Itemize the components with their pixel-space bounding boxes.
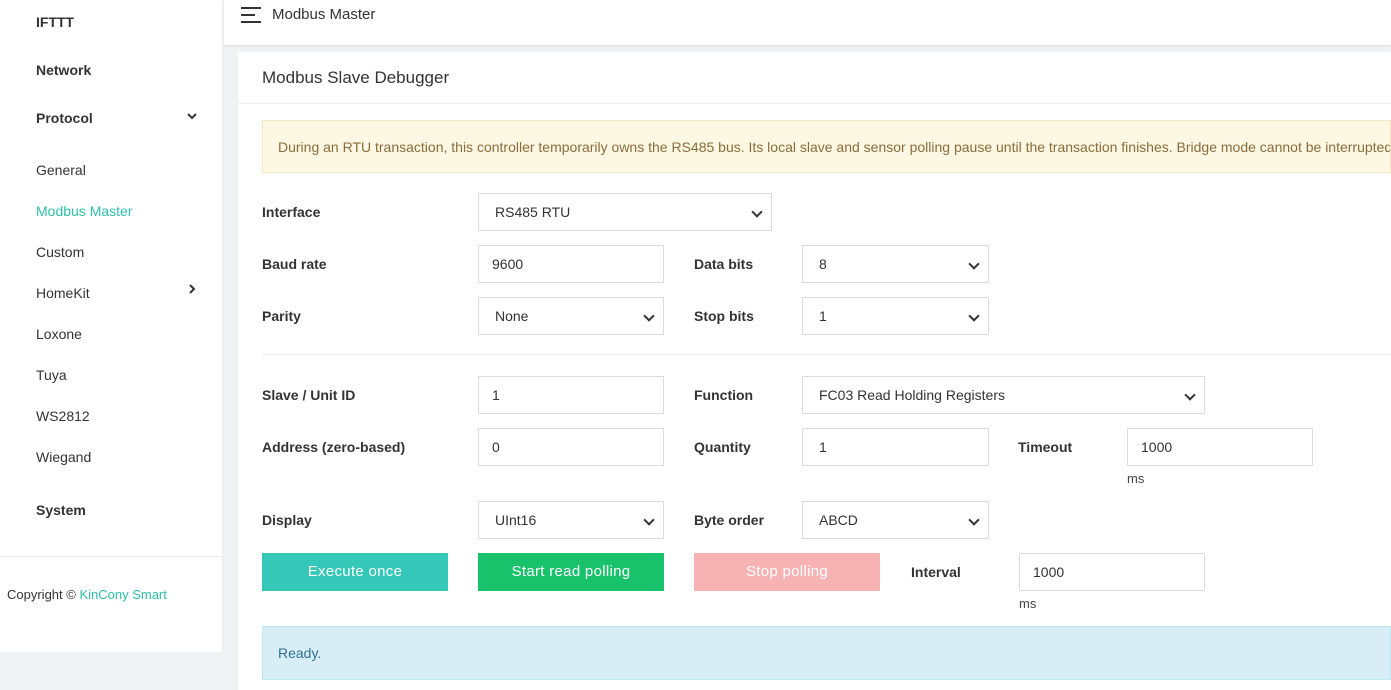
sidebar-footer-area bbox=[0, 652, 223, 690]
timeout-input[interactable]: 1000 bbox=[1127, 428, 1313, 466]
data-bits-select[interactable]: 8 bbox=[802, 245, 989, 283]
execute-once-button[interactable]: Execute once bbox=[262, 553, 448, 591]
interval-unit: ms bbox=[1019, 596, 1037, 611]
sidebar-item-general[interactable]: General bbox=[36, 162, 86, 178]
slave-id-input[interactable]: 1 bbox=[478, 376, 664, 414]
stop-polling-button[interactable]: Stop polling bbox=[694, 553, 880, 591]
copyright: Copyright © KinCony Smart bbox=[7, 587, 167, 602]
card-divider bbox=[238, 103, 1391, 104]
sidebar-item-protocol[interactable]: Protocol bbox=[36, 110, 93, 126]
display-label: Display bbox=[262, 512, 312, 528]
debugger-card: Modbus Slave Debugger During an RTU tran… bbox=[238, 52, 1391, 690]
slave-id-label: Slave / Unit ID bbox=[262, 387, 356, 403]
byte-order-select[interactable]: ABCD bbox=[802, 501, 989, 539]
start-polling-button[interactable]: Start read polling bbox=[478, 553, 664, 591]
address-label: Address (zero-based) bbox=[262, 439, 406, 455]
sidebar-item-wiegand[interactable]: Wiegand bbox=[36, 449, 91, 465]
parity-select[interactable]: None bbox=[478, 297, 664, 335]
baud-rate-label: Baud rate bbox=[262, 256, 327, 272]
display-select[interactable]: UInt16 bbox=[478, 501, 664, 539]
sidebar-item-homekit[interactable]: HomeKit bbox=[36, 285, 90, 301]
status-alert: Ready. bbox=[262, 626, 1391, 680]
stop-bits-select[interactable]: 1 bbox=[802, 297, 989, 335]
interval-label: Interval bbox=[911, 564, 961, 580]
sidebar: IFTTT Network Protocol General Modbus Ma… bbox=[0, 0, 223, 652]
quantity-input[interactable]: 1 bbox=[802, 428, 989, 466]
function-select[interactable]: FC03 Read Holding Registers bbox=[802, 376, 1205, 414]
baud-rate-input[interactable]: 9600 bbox=[478, 245, 664, 283]
chevron-down-icon[interactable] bbox=[186, 110, 198, 122]
interface-select[interactable]: RS485 RTU bbox=[478, 193, 772, 231]
sidebar-item-network[interactable]: Network bbox=[36, 62, 91, 78]
chevron-right-icon[interactable] bbox=[186, 283, 198, 295]
copyright-prefix: Copyright © bbox=[7, 587, 76, 602]
interface-label: Interface bbox=[262, 204, 321, 220]
function-label: Function bbox=[694, 387, 754, 403]
parity-label: Parity bbox=[262, 308, 301, 324]
topbar: Modbus Master bbox=[224, 0, 1391, 46]
copyright-brand-link[interactable]: KinCony Smart bbox=[79, 587, 166, 602]
sidebar-divider bbox=[0, 556, 222, 557]
interval-input[interactable]: 1000 bbox=[1019, 553, 1205, 591]
sidebar-item-custom[interactable]: Custom bbox=[36, 244, 84, 260]
page-title: Modbus Master bbox=[272, 6, 376, 23]
timeout-label: Timeout bbox=[1018, 439, 1073, 455]
sidebar-item-system[interactable]: System bbox=[36, 502, 86, 518]
timeout-unit: ms bbox=[1127, 471, 1145, 486]
warning-alert: During an RTU transaction, this controll… bbox=[262, 120, 1391, 173]
sidebar-item-ifttt[interactable]: IFTTT bbox=[36, 14, 74, 30]
card-title: Modbus Slave Debugger bbox=[262, 68, 450, 87]
byte-order-label: Byte order bbox=[694, 512, 765, 528]
sidebar-item-tuya[interactable]: Tuya bbox=[36, 367, 67, 383]
menu-toggle-icon[interactable] bbox=[241, 7, 261, 23]
sidebar-item-modbus-master[interactable]: Modbus Master bbox=[36, 203, 132, 219]
sidebar-item-loxone[interactable]: Loxone bbox=[36, 326, 82, 342]
address-input[interactable]: 0 bbox=[478, 428, 664, 466]
section-divider bbox=[262, 354, 1391, 355]
data-bits-label: Data bits bbox=[694, 256, 754, 272]
sidebar-item-ws2812[interactable]: WS2812 bbox=[36, 408, 90, 424]
stop-bits-label: Stop bits bbox=[694, 308, 754, 324]
quantity-label: Quantity bbox=[694, 439, 751, 455]
